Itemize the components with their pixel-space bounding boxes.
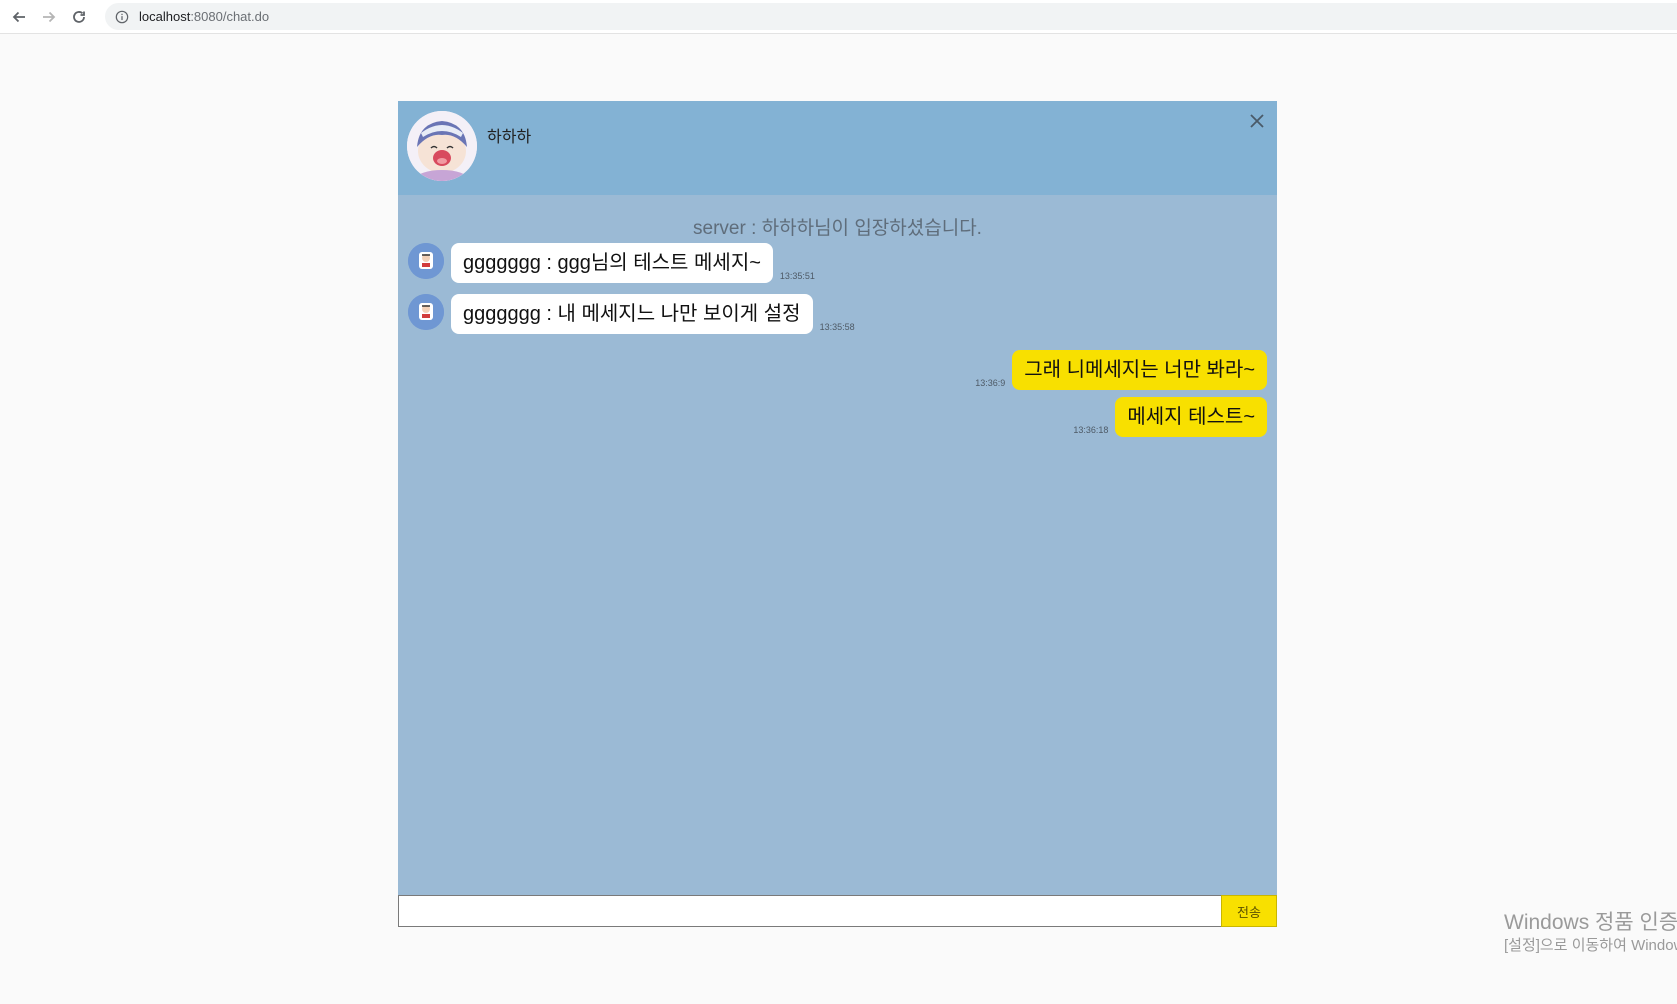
chat-header: 하하하	[398, 101, 1277, 195]
reload-button[interactable]	[68, 6, 90, 28]
message-row: ggggggg : ggg님의 테스트 메세지~ 13:35:51	[408, 243, 822, 283]
message-bubble-mine: 메세지 테스트~	[1115, 397, 1267, 437]
character-avatar-icon	[408, 243, 444, 279]
send-button[interactable]: 전송	[1221, 895, 1277, 927]
chat-window: 하하하 server : 하하하님이 입장하셨습니다. ggggggg : gg…	[398, 101, 1277, 927]
close-button[interactable]	[1247, 111, 1267, 131]
reload-icon	[73, 11, 85, 23]
message-time: 13:36:9	[975, 378, 1006, 388]
room-name: 하하하	[487, 129, 532, 146]
arrow-right-icon	[43, 11, 56, 23]
address-bar[interactable]: localhost:8080/chat.do	[105, 3, 1677, 30]
message-row: ggggggg : 내 메세지느 나만 보이게 설정 13:35:58	[408, 294, 862, 334]
message-row: 13:36:9 그래 니메세지는 너만 봐라~	[968, 350, 1267, 390]
close-icon	[1250, 114, 1264, 128]
message-input-bar: 전송	[398, 895, 1277, 927]
server-message: server : 하하하님이 입장하셨습니다.	[693, 218, 982, 239]
message-time: 13:35:51	[779, 271, 815, 281]
message-bubble-mine: 그래 니메세지는 너만 봐라~	[1012, 350, 1267, 390]
sender-avatar	[408, 243, 444, 279]
url-path: :8080/chat.do	[190, 9, 270, 24]
url-host: localhost	[139, 9, 191, 24]
message-bubble-other: ggggggg : ggg님의 테스트 메세지~	[451, 243, 773, 283]
message-row: 13:36:18 메세지 테스트~	[1066, 397, 1267, 437]
watermark-line-1: Windows 정품 인증	[1504, 911, 1677, 934]
message-bubble-other: ggggggg : 내 메세지느 나만 보이게 설정	[451, 294, 813, 334]
arrow-left-icon	[12, 11, 25, 23]
info-icon[interactable]	[115, 10, 129, 24]
message-time: 13:35:58	[819, 322, 855, 332]
back-button[interactable]	[8, 6, 30, 28]
character-avatar-icon	[408, 294, 444, 330]
character-avatar-icon	[407, 111, 477, 181]
room-avatar	[407, 111, 477, 181]
forward-button[interactable]	[38, 6, 60, 28]
windows-activation-watermark: Windows 정품 인증 [설정]으로 이동하여 Windows	[1504, 910, 1677, 956]
watermark-line-2: [설정]으로 이동하여 Windows	[1504, 937, 1677, 954]
browser-toolbar: localhost:8080/chat.do	[0, 0, 1677, 34]
sender-avatar	[408, 294, 444, 330]
message-time: 13:36:18	[1073, 425, 1109, 435]
message-input[interactable]	[398, 895, 1221, 927]
message-list[interactable]: server : 하하하님이 입장하셨습니다. ggggggg : ggg님의 …	[398, 195, 1277, 895]
